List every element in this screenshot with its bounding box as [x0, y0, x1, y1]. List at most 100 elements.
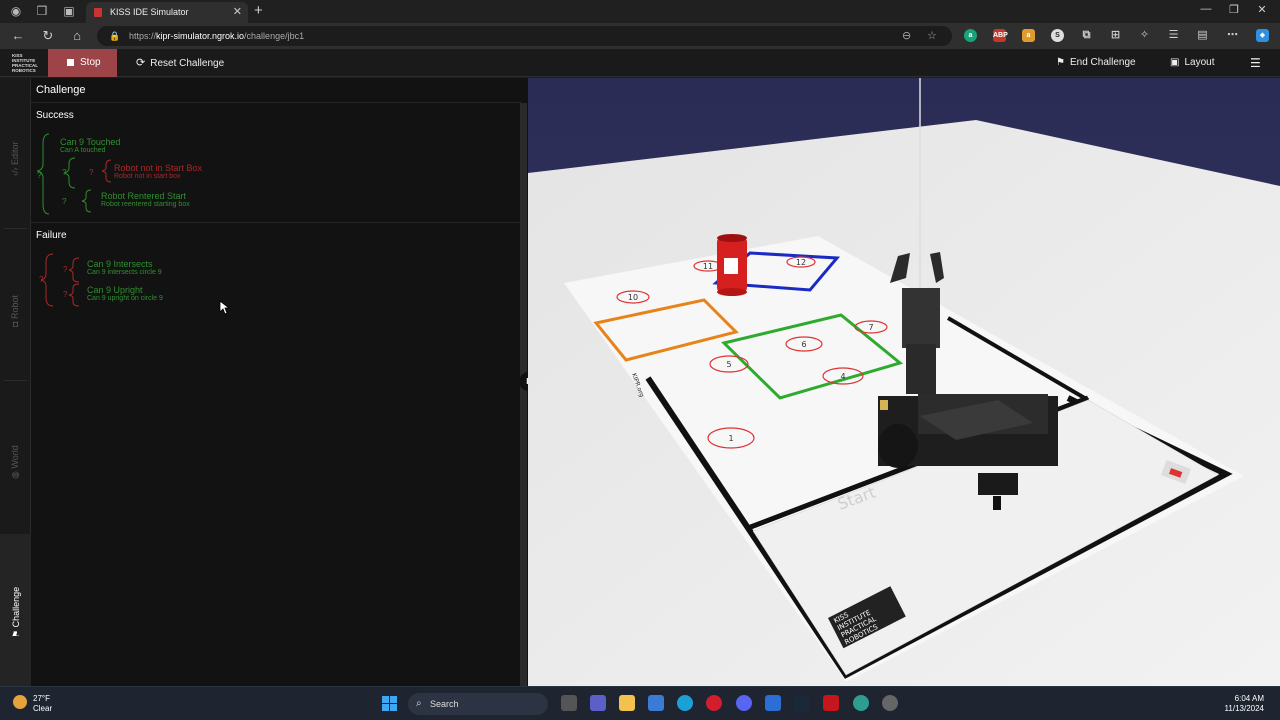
- kiss-logo: KISS INSTITUTE PRACTICAL ROBOTICS: [12, 53, 38, 73]
- tab-challenge[interactable]: ⚑ Challenge: [0, 534, 31, 686]
- success-or-marker: ?: [37, 171, 42, 180]
- code-icon: ‹/›: [10, 167, 20, 177]
- tab-robot[interactable]: ◘ Robot: [0, 229, 31, 379]
- condition-can-intersects: Can 9 Intersects Can 9 intersects circle…: [87, 259, 162, 276]
- success-title: Success: [36, 110, 74, 121]
- task-view-icon[interactable]: [561, 695, 577, 711]
- address-bar-row: ← ↻ ⌂ 🔒 https://kipr-simulator.ngrok.io/…: [0, 23, 1280, 49]
- start-button[interactable]: [382, 696, 398, 712]
- circle-11-label: 11: [703, 262, 713, 271]
- extensions-icon[interactable]: ⧉: [1080, 29, 1093, 42]
- url-host: kipr-simulator.ngrok.io: [156, 31, 245, 41]
- steam-icon[interactable]: [794, 695, 810, 711]
- circle-1-label: 1: [728, 434, 733, 443]
- url-bar[interactable]: 🔒 https://kipr-simulator.ngrok.io/challe…: [97, 26, 952, 46]
- tab-favicon-icon: [94, 8, 102, 17]
- workspaces-icon[interactable]: ❒: [33, 3, 51, 19]
- mouse-cursor-icon: [219, 300, 229, 315]
- intersects-marker: ?: [63, 265, 68, 274]
- lock-icon: 🔒: [109, 31, 121, 41]
- robot-icon: ◘: [10, 321, 20, 327]
- new-tab-icon[interactable]: +: [254, 2, 263, 19]
- more-options-icon[interactable]: ⋯: [1226, 29, 1239, 42]
- circle-10-label: 10: [628, 293, 638, 302]
- split-screen-icon[interactable]: ⊞: [1109, 29, 1122, 42]
- upright-marker: ?: [63, 290, 68, 299]
- flag-icon: ⚑: [1056, 57, 1065, 68]
- app-icon-a[interactable]: [765, 695, 781, 711]
- not-in-start-marker: ?: [89, 168, 94, 177]
- opera-icon[interactable]: [706, 695, 722, 711]
- condition-robot-not-in-start: Robot not in Start Box Robot not in star…: [114, 163, 203, 180]
- browser-tab-bar: ◉ ❒ ▣ KISS IDE Simulator ✕ + — ❐ ✕: [0, 0, 1280, 23]
- url-prefix: https://: [129, 31, 157, 41]
- app-icon-b[interactable]: [853, 695, 869, 711]
- circle-5-label: 5: [726, 360, 731, 369]
- side-tab-strip: ‹/› Editor ◘ Robot ◍ World ⚑ Challenge: [0, 78, 31, 686]
- circle-7-label: 7: [868, 323, 873, 332]
- stop-icon: [67, 59, 74, 66]
- file-explorer-icon[interactable]: [619, 695, 635, 711]
- zoom-icon[interactable]: ⊖: [902, 26, 911, 46]
- puzzle-icon[interactable]: ✧: [1138, 29, 1151, 42]
- success-and-marker: ?: [62, 168, 67, 177]
- windows-taskbar: 27°F Clear ⌕ Search 6:04 AM 11/13/2024: [0, 686, 1280, 720]
- extension-a-icon[interactable]: a: [964, 29, 977, 42]
- app-toolbar: KISS INSTITUTE PRACTICAL ROBOTICS Stop ⟳ Res…: [0, 49, 1280, 77]
- teams-icon[interactable]: [590, 695, 606, 711]
- layout-button[interactable]: ▣ Layout: [1170, 49, 1214, 77]
- profile-icon[interactable]: ◉: [7, 3, 25, 19]
- copilot-icon[interactable]: ◆: [1256, 29, 1269, 42]
- restore-icon[interactable]: ❐: [1224, 3, 1244, 16]
- extension-s-icon[interactable]: S: [1051, 29, 1064, 42]
- close-window-icon[interactable]: ✕: [1252, 3, 1272, 16]
- home-icon[interactable]: ⌂: [69, 28, 85, 44]
- app-icon-c[interactable]: [882, 695, 898, 711]
- discord-icon[interactable]: [736, 695, 752, 711]
- stop-button[interactable]: Stop: [48, 49, 117, 77]
- circle-4-label: 4: [840, 372, 845, 381]
- end-challenge-button[interactable]: ⚑ End Challenge: [1056, 49, 1136, 77]
- globe-icon: ◍: [10, 471, 20, 479]
- browser-tab[interactable]: KISS IDE Simulator ✕: [86, 2, 248, 23]
- panel-divider-scrollbar[interactable]: [520, 103, 527, 686]
- acrobat-icon[interactable]: [823, 695, 839, 711]
- challenge-panel: Challenge Success ? ? ? ? Can 9 Touched …: [31, 78, 528, 686]
- circle-6-label: 6: [801, 340, 806, 349]
- search-icon: ⌕: [416, 698, 422, 709]
- layout-icon: ▣: [1170, 57, 1180, 68]
- weather-widget[interactable]: 27°F Clear: [33, 694, 52, 714]
- close-tab-icon[interactable]: ✕: [233, 2, 242, 22]
- minimize-icon[interactable]: —: [1196, 3, 1216, 15]
- favorite-star-icon[interactable]: ☆: [927, 26, 937, 46]
- tab-world[interactable]: ◍ World: [0, 381, 31, 531]
- flag-icon: ⚑: [11, 629, 21, 638]
- condition-robot-reentered: Robot Rentered Start Robot reentered sta…: [101, 191, 190, 208]
- simulator-viewport[interactable]: Start 1 4 5 6 7 10 11 12 KIPR.org KISS I…: [528, 78, 1280, 686]
- system-clock[interactable]: 6:04 AM 11/13/2024: [1225, 694, 1264, 714]
- weather-icon[interactable]: [13, 695, 27, 709]
- condition-can-touched: Can 9 Touched Can A touched: [60, 137, 121, 154]
- collections-icon[interactable]: ▤: [1196, 29, 1209, 42]
- tab-title: KISS IDE Simulator: [110, 7, 189, 17]
- reentered-marker: ?: [62, 197, 67, 206]
- condition-can-upright: Can 9 Upright Can 9 upright on circle 9: [87, 285, 163, 302]
- tab-actions-icon[interactable]: ▣: [60, 3, 78, 19]
- adblock-icon[interactable]: ABP: [993, 29, 1008, 42]
- tab-editor[interactable]: ‹/› Editor: [0, 78, 31, 228]
- menu-icon[interactable]: ☰: [1250, 49, 1261, 77]
- failure-title: Failure: [36, 230, 67, 241]
- store-icon[interactable]: [648, 695, 664, 711]
- reset-challenge-button[interactable]: ⟳ Reset Challenge: [128, 49, 224, 77]
- failure-or-marker: ?: [39, 275, 44, 284]
- extension-orange-icon[interactable]: a: [1022, 29, 1035, 42]
- panel-title: Challenge: [36, 84, 86, 96]
- favorites-icon[interactable]: ☰: [1167, 29, 1180, 42]
- url-path: /challenge/jbc1: [244, 31, 305, 41]
- back-icon[interactable]: ←: [10, 28, 26, 44]
- refresh-icon: ⟳: [136, 57, 146, 69]
- circle-12-label: 12: [796, 258, 806, 267]
- refresh-icon[interactable]: ↻: [40, 28, 56, 44]
- taskbar-search[interactable]: ⌕ Search: [408, 693, 548, 715]
- edge-icon[interactable]: [677, 695, 693, 711]
